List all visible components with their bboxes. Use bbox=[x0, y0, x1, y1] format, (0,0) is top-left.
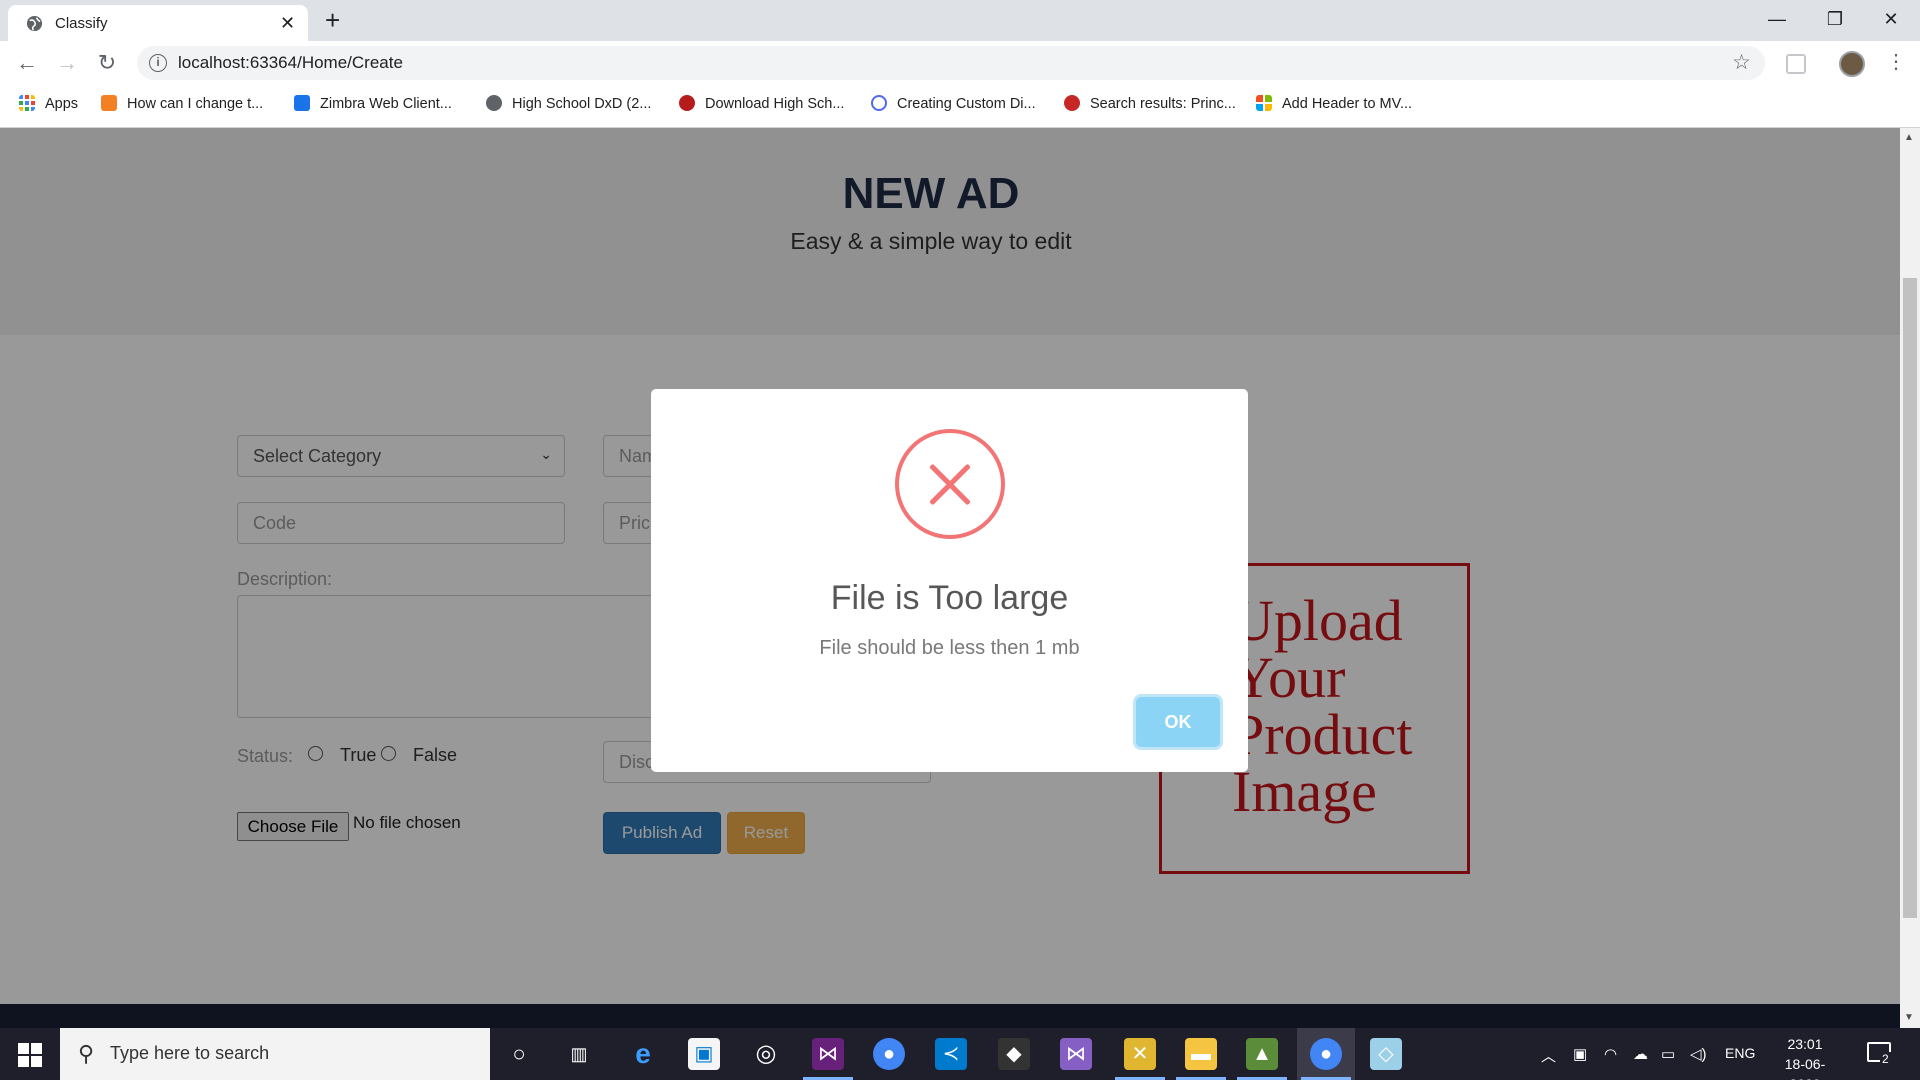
chrome-active-icon[interactable]: ● bbox=[1310, 1038, 1342, 1070]
image-viewer-icon[interactable]: ▲ bbox=[1246, 1038, 1278, 1070]
bookmarks-bar: Apps How can I change t... Zimbra Web Cl… bbox=[0, 86, 1920, 128]
bookmark-stackoverflow[interactable]: How can I change t... bbox=[101, 95, 263, 117]
globe-icon bbox=[26, 15, 43, 32]
dialog-message: File should be less then 1 mb bbox=[819, 637, 1080, 659]
chrome-icon[interactable]: ● bbox=[873, 1038, 905, 1070]
page-scrollbar[interactable]: ▲ ▼ bbox=[1900, 128, 1920, 1028]
search-site-icon bbox=[1064, 95, 1080, 111]
bookmark-zimbra[interactable]: Zimbra Web Client... bbox=[294, 95, 452, 117]
react-icon bbox=[871, 95, 887, 111]
language-indicator[interactable]: ENG bbox=[1725, 1045, 1755, 1061]
back-icon[interactable]: ← bbox=[14, 50, 40, 76]
notes-icon[interactable]: ◇ bbox=[1370, 1038, 1402, 1070]
error-icon bbox=[895, 429, 1005, 539]
bookmark-custom-directives[interactable]: Creating Custom Di... bbox=[871, 95, 1036, 117]
close-window-button[interactable]: ✕ bbox=[1862, 4, 1920, 34]
download-site-icon bbox=[679, 95, 695, 111]
profile-avatar[interactable] bbox=[1839, 51, 1865, 77]
browser-menu-icon[interactable]: ⋮ bbox=[1886, 49, 1906, 75]
bookmark-download[interactable]: Download High Sch... bbox=[679, 95, 844, 117]
edge-icon[interactable]: e bbox=[627, 1038, 659, 1070]
taskbar-search-placeholder: Type here to search bbox=[110, 1043, 270, 1063]
media-player-icon[interactable]: ◎ bbox=[750, 1038, 782, 1070]
clock-time: 23:01 bbox=[1787, 1036, 1823, 1052]
show-hidden-icons[interactable]: ︿ bbox=[1541, 1045, 1556, 1066]
browser-toolbar: ← → ↻ i localhost:63364/Home/Create ☆ ⋮ bbox=[0, 41, 1920, 86]
bookmark-add-header[interactable]: Add Header to MV... bbox=[1256, 95, 1412, 117]
bookmark-label: How can I change t... bbox=[127, 96, 264, 112]
site-info-icon[interactable]: i bbox=[149, 54, 167, 72]
bookmark-star-icon[interactable]: ☆ bbox=[1732, 50, 1751, 75]
notification-count: 2 bbox=[1880, 1052, 1891, 1066]
clock-date: 18-06-2020 bbox=[1784, 1056, 1826, 1080]
security-icon[interactable]: ▣ bbox=[1573, 1045, 1587, 1063]
new-tab-button[interactable]: + bbox=[325, 6, 340, 34]
microsoft-icon bbox=[1256, 95, 1272, 111]
visual-studio-2-icon[interactable]: ⋈ bbox=[1060, 1038, 1092, 1070]
bookmark-label: Add Header to MV... bbox=[1282, 96, 1413, 112]
apps-grid-icon bbox=[19, 95, 35, 111]
bookmark-label: Apps bbox=[45, 96, 79, 112]
browser-tabstrip: Classify ✕ + — ❐ ✕ bbox=[0, 0, 1920, 41]
error-dialog: File is Too large File should be less th… bbox=[651, 389, 1248, 772]
bookmark-label: Creating Custom Di... bbox=[897, 96, 1036, 112]
search-icon: ⚲ bbox=[78, 1041, 95, 1066]
bookmark-label: Zimbra Web Client... bbox=[320, 96, 452, 112]
bookmark-search-results[interactable]: Search results: Princ... bbox=[1064, 95, 1236, 117]
bookmark-label: Download High Sch... bbox=[705, 96, 845, 112]
taskbar-clock[interactable]: 23:01 18-06-2020 bbox=[1770, 1034, 1840, 1080]
tab-title: Classify bbox=[55, 15, 108, 32]
taskbar-search-box[interactable]: ⚲ Type here to search bbox=[60, 1028, 490, 1080]
wifi-icon[interactable]: ◠ bbox=[1604, 1045, 1617, 1063]
maximize-button[interactable]: ❐ bbox=[1806, 4, 1864, 34]
battery-icon[interactable]: ▭ bbox=[1661, 1045, 1675, 1063]
ok-button[interactable]: OK bbox=[1136, 697, 1220, 747]
address-bar[interactable]: i localhost:63364/Home/Create ☆ bbox=[137, 46, 1765, 80]
cortana-icon[interactable]: ○ bbox=[503, 1038, 535, 1070]
file-explorer-icon[interactable]: ▬ bbox=[1185, 1038, 1217, 1070]
forward-icon[interactable]: → bbox=[54, 50, 80, 76]
zimbra-icon bbox=[294, 95, 310, 111]
vscode-icon[interactable]: ≺ bbox=[935, 1038, 967, 1070]
browser-tab[interactable]: Classify ✕ bbox=[8, 5, 308, 41]
dialog-title: File is Too large bbox=[830, 579, 1069, 617]
bookmark-label: Search results: Princ... bbox=[1090, 96, 1236, 112]
unity-icon[interactable]: ◆ bbox=[998, 1038, 1030, 1070]
scroll-up-icon[interactable]: ▲ bbox=[1904, 132, 1914, 143]
cloud-icon[interactable]: ☁ bbox=[1633, 1045, 1648, 1063]
bookmark-label: High School DxD (2... bbox=[512, 96, 652, 112]
volume-icon[interactable]: ◁) bbox=[1690, 1045, 1707, 1063]
task-view-icon[interactable]: ▥ bbox=[563, 1038, 595, 1070]
bookmark-highschool[interactable]: High School DxD (2... bbox=[486, 95, 651, 117]
stackoverflow-icon bbox=[101, 95, 117, 111]
store-icon[interactable]: ▣ bbox=[688, 1038, 720, 1070]
globe-icon bbox=[486, 95, 502, 111]
reload-icon[interactable]: ↻ bbox=[94, 50, 120, 76]
tools-icon[interactable]: ✕ bbox=[1124, 1038, 1156, 1070]
extension-icon[interactable] bbox=[1786, 54, 1806, 74]
windows-start-icon[interactable] bbox=[18, 1043, 42, 1067]
scroll-down-icon[interactable]: ▼ bbox=[1904, 1012, 1914, 1023]
minimize-button[interactable]: — bbox=[1748, 4, 1806, 34]
tab-close-icon[interactable]: ✕ bbox=[280, 13, 295, 33]
url-text[interactable]: localhost:63364/Home/Create bbox=[178, 53, 403, 73]
visual-studio-icon[interactable]: ⋈ bbox=[812, 1038, 844, 1070]
scrollbar-thumb[interactable] bbox=[1903, 278, 1917, 918]
bookmark-apps[interactable]: Apps bbox=[19, 95, 78, 117]
windows-taskbar: ⚲ Type here to search ○ ▥ e ▣ ◎ ⋈ ● ≺ ◆ … bbox=[0, 1028, 1920, 1080]
